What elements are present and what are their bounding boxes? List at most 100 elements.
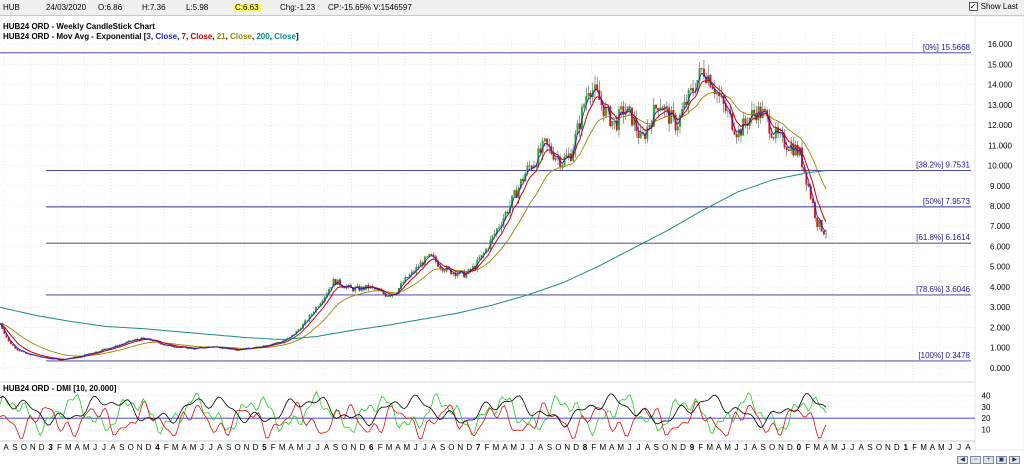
x-month-label: O bbox=[769, 443, 775, 452]
x-month-label: N bbox=[885, 443, 891, 452]
x-year-label: 6 bbox=[369, 443, 374, 452]
x-month-label: S bbox=[761, 443, 766, 452]
y-tick-label: 3.000 bbox=[990, 303, 1011, 312]
x-month-label: F bbox=[912, 443, 917, 452]
x-month-label: M bbox=[83, 443, 90, 452]
x-month-label: S bbox=[654, 443, 659, 452]
candle-body bbox=[443, 270, 446, 272]
candle-body bbox=[657, 108, 660, 111]
fib-label: [100%] 0.3478 bbox=[918, 351, 970, 360]
candle-body bbox=[611, 120, 614, 127]
x-month-label: J bbox=[636, 443, 640, 452]
x-year-label: 8 bbox=[583, 443, 588, 452]
y-tick-label: 13.000 bbox=[988, 101, 1013, 110]
x-month-label: J bbox=[530, 443, 534, 452]
candle-body bbox=[735, 134, 738, 138]
scroll-right-icon[interactable]: ▶ bbox=[1009, 456, 1020, 464]
price-chart[interactable]: 16.00015.00014.00013.00012.00011.00010.0… bbox=[0, 16, 1024, 466]
y-tick-label: 0.000 bbox=[990, 364, 1011, 373]
zoom-out-icon[interactable]: − bbox=[970, 456, 981, 464]
candle-body bbox=[744, 118, 747, 124]
x-month-label: A bbox=[288, 443, 294, 452]
x-month-label: J bbox=[316, 443, 320, 452]
x-month-label: S bbox=[12, 443, 17, 452]
candle-body bbox=[543, 138, 546, 142]
candle-body bbox=[692, 88, 695, 92]
candle-body bbox=[785, 147, 788, 150]
x-month-label: M bbox=[938, 443, 945, 452]
show-last-checkbox[interactable]: ✓ bbox=[968, 2, 978, 11]
candle-body bbox=[794, 145, 797, 156]
x-month-label: J bbox=[423, 443, 427, 452]
candle-body bbox=[822, 231, 825, 235]
x-month-label: O bbox=[662, 443, 668, 452]
fib-label: [50%] 7.9573 bbox=[923, 197, 971, 206]
scroll-left-icon[interactable]: ◀ bbox=[957, 456, 968, 464]
candle-body bbox=[628, 106, 631, 108]
chart-title: HUB24 ORD - Weekly CandleStick Chart bbox=[3, 22, 155, 31]
ma-legend-prefix: HUB24 ORD - Mov Avg - Exponential [ bbox=[3, 32, 147, 41]
x-month-label: A bbox=[110, 443, 116, 452]
adx-line bbox=[0, 393, 827, 429]
x-month-label: S bbox=[226, 443, 231, 452]
x-month-label: M bbox=[172, 443, 179, 452]
ma-param: Close bbox=[274, 32, 296, 41]
x-year-label: 3 bbox=[48, 443, 53, 452]
y-tick-label: 16.000 bbox=[988, 40, 1013, 49]
candle-body bbox=[506, 211, 509, 214]
x-month-label: F bbox=[164, 443, 169, 452]
x-month-label: J bbox=[957, 443, 961, 452]
candle-body bbox=[676, 126, 679, 131]
candle-body bbox=[583, 104, 586, 108]
x-month-label: A bbox=[965, 443, 971, 452]
y-tick-label: 14.000 bbox=[988, 81, 1013, 90]
x-month-label: D bbox=[359, 443, 365, 452]
x-year-label: 9 bbox=[690, 443, 695, 452]
x-month-label: D bbox=[466, 443, 472, 452]
y-tick-label: 2.000 bbox=[990, 323, 1011, 332]
candle-body bbox=[807, 184, 810, 187]
y-tick-label: 1.000 bbox=[990, 344, 1011, 353]
x-month-label: M bbox=[65, 443, 72, 452]
y-tick-label: 11.000 bbox=[988, 141, 1012, 150]
fib-label: [38.2%] 9.7531 bbox=[916, 161, 970, 170]
y-tick-label: 12.000 bbox=[988, 121, 1013, 130]
change-pct-volume-label: CP:-15.65% V:1546597 bbox=[328, 3, 412, 12]
x-month-label: N bbox=[457, 443, 463, 452]
x-month-label: J bbox=[102, 443, 106, 452]
candle-body bbox=[317, 306, 320, 308]
candle-body bbox=[637, 130, 640, 139]
show-last-toggle[interactable]: ✓ Show Last bbox=[968, 2, 1018, 11]
y-tick-label: 6.000 bbox=[990, 242, 1011, 251]
x-month-label: D bbox=[573, 443, 579, 452]
x-month-label: F bbox=[591, 443, 596, 452]
x-month-label: F bbox=[485, 443, 490, 452]
x-month-label: M bbox=[920, 443, 927, 452]
x-month-label: N bbox=[244, 443, 250, 452]
candle-body bbox=[430, 253, 433, 256]
x-month-label: J bbox=[209, 443, 213, 452]
x-month-label: O bbox=[128, 443, 134, 452]
candle-body bbox=[665, 106, 668, 108]
x-month-label: A bbox=[823, 443, 829, 452]
x-year-label: 5 bbox=[262, 443, 267, 452]
price-panel bbox=[0, 16, 975, 382]
x-month-label: M bbox=[600, 443, 607, 452]
x-month-label: N bbox=[30, 443, 36, 452]
candle-body bbox=[816, 217, 819, 227]
candle-body bbox=[406, 277, 409, 279]
x-year-label: 0 bbox=[797, 443, 802, 452]
x-month-label: J bbox=[200, 443, 204, 452]
zoom-in-icon[interactable]: + bbox=[983, 456, 994, 464]
candle-body bbox=[726, 110, 729, 112]
x-month-label: S bbox=[547, 443, 552, 452]
x-month-label: A bbox=[752, 443, 758, 452]
candle-body bbox=[655, 105, 657, 109]
ma-param: 200 bbox=[256, 32, 270, 41]
fit-icon[interactable]: ▣ bbox=[996, 456, 1007, 464]
dmi-tick-label: 30 bbox=[982, 403, 991, 412]
x-month-label: A bbox=[645, 443, 651, 452]
candle-body bbox=[561, 164, 564, 167]
low-label: L:5.98 bbox=[186, 3, 209, 12]
candle-body bbox=[522, 179, 525, 182]
